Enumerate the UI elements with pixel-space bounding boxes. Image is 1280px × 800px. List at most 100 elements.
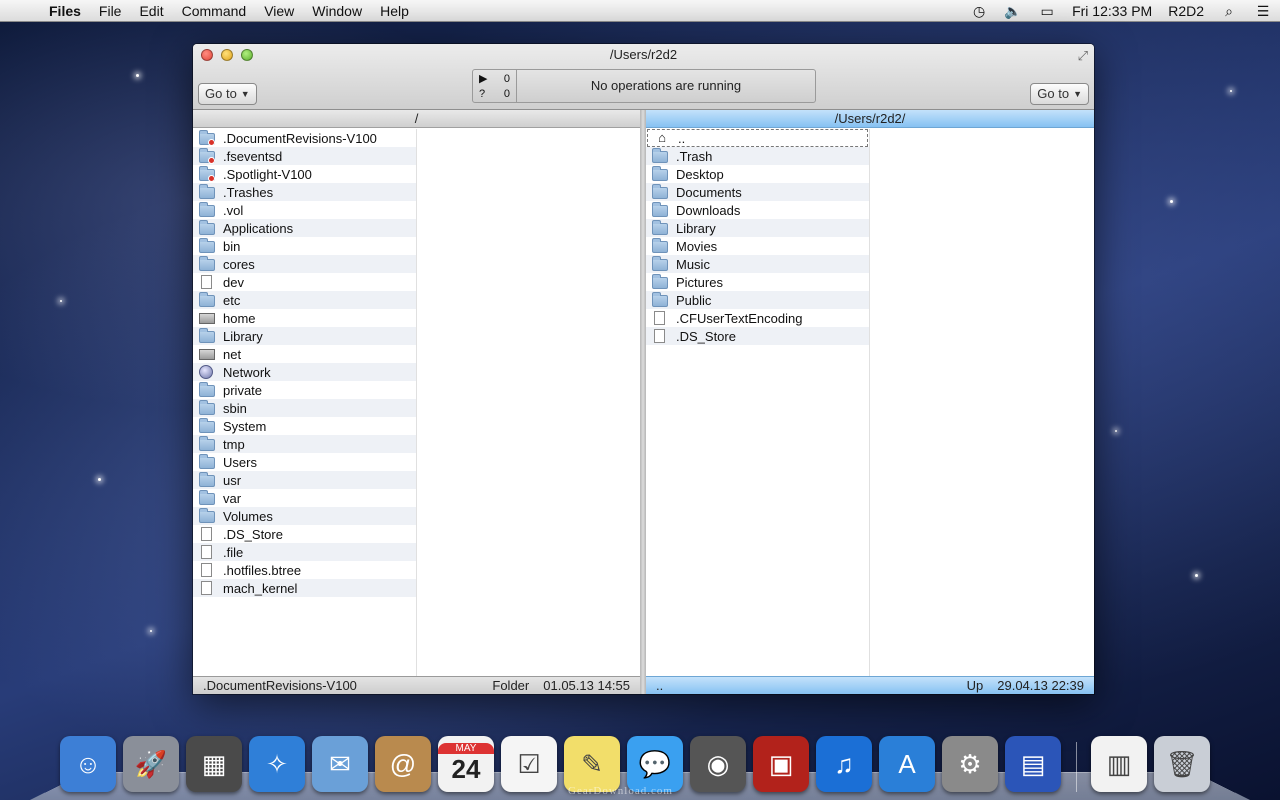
menu-help[interactable]: Help — [371, 0, 418, 22]
globe-icon — [199, 365, 213, 379]
left-list-item[interactable]: .Spotlight-V100 — [193, 165, 416, 183]
files-app-icon[interactable]: ▤ — [1005, 736, 1061, 792]
file-name: Library — [676, 221, 716, 236]
folder-icon — [199, 385, 215, 397]
notes-icon[interactable]: ✎ — [564, 736, 620, 792]
battery-icon[interactable]: ▭ — [1038, 3, 1056, 19]
left-pane[interactable]: / .DocumentRevisions-V100 .fseventsd .Spot… — [193, 110, 640, 694]
calendar-icon[interactable]: MAY 24 — [438, 736, 494, 792]
left-list-item[interactable]: .fseventsd — [193, 147, 416, 165]
folder-icon — [199, 475, 215, 487]
mail-icon[interactable]: ✉ — [312, 736, 368, 792]
left-list-item[interactable]: cores — [193, 255, 416, 273]
right-list-item[interactable]: .CFUserTextEncoding — [646, 309, 869, 327]
left-list-item[interactable]: .DocumentRevisions-V100 — [193, 129, 416, 147]
left-list-item[interactable]: tmp — [193, 435, 416, 453]
contacts-icon[interactable]: @ — [375, 736, 431, 792]
right-list-item[interactable]: .DS_Store — [646, 327, 869, 345]
folder-icon — [652, 223, 668, 235]
left-list-item[interactable]: etc — [193, 291, 416, 309]
left-list-item[interactable]: Volumes — [193, 507, 416, 525]
left-list-item[interactable]: .Trashes — [193, 183, 416, 201]
safari-icon[interactable]: ✧ — [249, 736, 305, 792]
right-list-item[interactable]: ⌂.. — [647, 129, 868, 147]
menu-user[interactable]: R2D2 — [1168, 3, 1204, 19]
folder-icon — [199, 295, 215, 307]
photobooth-icon[interactable]: ▣ — [753, 736, 809, 792]
trash-icon[interactable]: 🗑 — [1154, 736, 1210, 792]
fullscreen-icon[interactable]: ⤢ — [1078, 48, 1088, 64]
left-list-item[interactable]: .vol — [193, 201, 416, 219]
file-icon — [654, 311, 665, 325]
left-pane-path[interactable]: / — [193, 110, 640, 128]
system-preferences-icon[interactable]: ⚙ — [942, 736, 998, 792]
menu-clock[interactable]: Fri 12:33 PM — [1072, 3, 1152, 19]
notification-center-icon[interactable]: ☰ — [1254, 3, 1272, 19]
left-list-item[interactable]: var — [193, 489, 416, 507]
file-name: .vol — [223, 203, 243, 218]
left-list-item[interactable]: sbin — [193, 399, 416, 417]
left-list-item[interactable]: Library — [193, 327, 416, 345]
left-list-item[interactable]: .hotfiles.btree — [193, 561, 416, 579]
folder-icon — [199, 259, 215, 271]
menu-window[interactable]: Window — [303, 0, 371, 22]
finder-icon[interactable]: ☺ — [60, 736, 116, 792]
window-titlebar[interactable]: /Users/r2d2 ⤢ Go to ▼ ▶ 0 ? 0 No operation… — [193, 44, 1094, 110]
home-icon: ⌂ — [654, 131, 670, 145]
left-list-item[interactable]: mach_kernel — [193, 579, 416, 597]
file-icon — [654, 329, 665, 343]
time-machine-icon[interactable]: ◷ — [970, 3, 988, 19]
left-list-item[interactable]: Users — [193, 453, 416, 471]
left-file-list[interactable]: .DocumentRevisions-V100 .fseventsd .Spotli… — [193, 129, 640, 676]
left-list-item[interactable]: System — [193, 417, 416, 435]
facetime-icon[interactable]: ◉ — [690, 736, 746, 792]
left-list-item[interactable]: Network — [193, 363, 416, 381]
left-list-item[interactable]: net — [193, 345, 416, 363]
right-list-item[interactable]: Documents — [646, 183, 869, 201]
left-list-item[interactable]: home — [193, 309, 416, 327]
left-list-item[interactable]: usr — [193, 471, 416, 489]
right-list-item[interactable]: Public — [646, 291, 869, 309]
right-file-list[interactable]: ⌂.. .Trash Desktop Documents Downloads Librar… — [646, 129, 1094, 676]
file-name: .Spotlight-V100 — [223, 167, 312, 182]
file-icon — [201, 581, 212, 595]
folder-icon — [652, 187, 668, 199]
right-list-item[interactable]: Library — [646, 219, 869, 237]
left-list-item[interactable]: Applications — [193, 219, 416, 237]
left-list-item[interactable]: dev — [193, 273, 416, 291]
right-pane[interactable]: /Users/r2d2/ ⌂.. .Trash Desktop Documents Do… — [646, 110, 1094, 694]
right-pane-path[interactable]: /Users/r2d2/ — [646, 110, 1094, 128]
file-name: Desktop — [676, 167, 724, 182]
left-list-item[interactable]: private — [193, 381, 416, 399]
queued-count: 0 — [504, 87, 510, 102]
launchpad-icon[interactable]: 🚀 — [123, 736, 179, 792]
file-icon — [201, 545, 212, 559]
goto-left-button[interactable]: Go to ▼ — [198, 83, 257, 105]
itunes-icon[interactable]: ♫ — [816, 736, 872, 792]
menu-command[interactable]: Command — [173, 0, 256, 22]
goto-right-button[interactable]: Go to ▼ — [1030, 83, 1089, 105]
menu-view[interactable]: View — [255, 0, 303, 22]
restricted-folder-icon — [199, 151, 215, 163]
right-list-item[interactable]: Movies — [646, 237, 869, 255]
spotlight-search-icon[interactable]: ⌕ — [1220, 3, 1238, 19]
menu-app-files[interactable]: Files — [40, 0, 90, 22]
right-list-item[interactable]: Pictures — [646, 273, 869, 291]
right-list-item[interactable]: Downloads — [646, 201, 869, 219]
right-list-item[interactable]: .Trash — [646, 147, 869, 165]
messages-icon[interactable]: 💬 — [627, 736, 683, 792]
menu-file[interactable]: File — [90, 0, 131, 22]
left-list-item[interactable]: .DS_Store — [193, 525, 416, 543]
volume-icon[interactable]: 🔈 — [1004, 3, 1022, 19]
right-list-item[interactable]: Music — [646, 255, 869, 273]
dashboard-icon[interactable]: ▦ — [186, 736, 242, 792]
document-stack-icon[interactable]: ▥ — [1091, 736, 1147, 792]
appstore-icon[interactable]: A — [879, 736, 935, 792]
right-list-item[interactable]: Desktop — [646, 165, 869, 183]
play-icon: ▶ — [479, 72, 487, 87]
left-selected-name: .DocumentRevisions-V100 — [203, 677, 492, 694]
reminders-icon[interactable]: ☑ — [501, 736, 557, 792]
left-list-item[interactable]: .file — [193, 543, 416, 561]
menu-edit[interactable]: Edit — [130, 0, 172, 22]
left-list-item[interactable]: bin — [193, 237, 416, 255]
